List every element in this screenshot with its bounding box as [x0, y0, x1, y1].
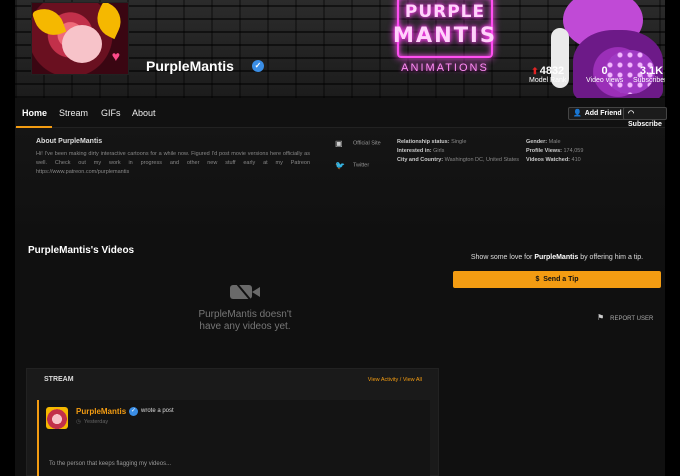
tab-gifs[interactable]: GIFs	[101, 108, 121, 118]
detail-key: Interested in:	[397, 148, 432, 154]
tip-name: PurpleMantis	[534, 254, 579, 261]
report-user-label: REPORT USER	[610, 316, 654, 322]
stat-subscribers: 3.1K Subscribers	[633, 65, 665, 85]
rank-up-icon: ⬆	[531, 66, 539, 76]
tab-home[interactable]: Home	[22, 108, 47, 118]
detail-relationship: Relationship status: Single	[397, 138, 466, 147]
about-section: About PurpleMantis Hi! I've been making …	[15, 128, 665, 236]
stat-subscribers-label: Subscribers	[633, 77, 665, 84]
clock-icon: ◷	[76, 419, 81, 425]
twitter-icon: 🐦	[335, 161, 345, 170]
detail-key: City and Country:	[397, 157, 444, 163]
stat-video-views-value: 0	[601, 65, 608, 77]
post-avatar[interactable]	[46, 407, 68, 429]
profile-banner: ♥ PurpleMantis ✓ PURPLE MANTIS ANIMATION…	[15, 0, 665, 98]
profile-page: ♥ PurpleMantis ✓ PURPLE MANTIS ANIMATION…	[0, 0, 680, 476]
detail-key: Gender:	[526, 139, 548, 145]
tip-suffix: by offering him a tip.	[580, 254, 644, 261]
post-action: wrote a post	[141, 408, 174, 414]
detail-city-country: City and Country: Washington DC, United …	[397, 156, 521, 165]
no-videos-message: PurpleMantis doesn't have any videos yet…	[185, 309, 305, 333]
post-time-label: Yesterday	[83, 419, 109, 425]
official-site-label: Official Site	[353, 140, 381, 147]
neon-sign-line2: MANTIS	[393, 23, 497, 47]
post-author[interactable]: PurpleMantis	[76, 407, 126, 416]
verified-check-icon: ✓	[129, 407, 138, 416]
subscribe-label: Subscribe	[628, 121, 662, 128]
add-friend-label: Add Friend	[584, 110, 622, 117]
verified-check-icon: ✓	[252, 60, 264, 72]
tip-prefix: Show some love for	[470, 254, 533, 261]
right-gutter	[665, 0, 680, 476]
detail-value: Male	[548, 139, 561, 145]
stream-panel: STREAM View Activity / View All PurpleMa…	[26, 368, 439, 476]
no-videos-line1: PurpleMantis doesn't	[198, 309, 292, 320]
tab-about[interactable]: About	[132, 108, 156, 118]
profile-username: PurpleMantis	[146, 58, 234, 74]
detail-value: 410	[571, 157, 581, 163]
add-user-icon: 👤	[573, 110, 582, 117]
detail-key: Videos Watched:	[526, 157, 571, 163]
avatar-face	[62, 25, 102, 63]
camera-lens	[252, 287, 260, 297]
add-friend-button[interactable]: 👤 Add Friend	[568, 107, 627, 120]
stat-video-views-label: Video views	[586, 77, 624, 84]
profile-nav: Home Stream GIFs About 👤 Add Friend ◠ Subs…	[15, 98, 667, 128]
flag-icon: ⚑	[597, 313, 605, 322]
detail-value: Washington DC, United States	[444, 157, 520, 163]
stat-model-rank: ⬆4832 Model Rank	[529, 65, 566, 85]
stream-post: PurpleMantis ✓ wrote a post ◷ Yesterday …	[37, 400, 430, 476]
view-activity-all-links[interactable]: View Activity / View All	[368, 377, 422, 383]
stat-video-views: 0 Video views	[586, 65, 623, 85]
detail-gender: Gender: Male	[526, 138, 561, 147]
heart-icon: ♥	[111, 48, 120, 64]
detail-value: Girls	[433, 148, 445, 154]
neon-sign-line1: PURPLE	[404, 2, 486, 22]
avatar-ear-left	[32, 3, 67, 41]
detail-videos-watched: Videos Watched: 410	[526, 156, 581, 165]
neon-sign-logo: PURPLE MANTIS ANIMATIONS	[385, 0, 505, 80]
stat-model-rank-label: Model Rank	[529, 77, 567, 84]
stream-title: STREAM	[44, 376, 74, 383]
detail-interested-in: Interested in: Girls	[397, 147, 444, 156]
send-tip-label: Send a Tip	[543, 276, 579, 283]
post-timestamp: ◷ Yesterday	[76, 419, 108, 425]
send-tip-button[interactable]: $ Send a Tip	[453, 271, 661, 288]
about-title: About PurpleMantis	[36, 138, 103, 145]
post-body: To the person that keeps flagging my vid…	[49, 461, 172, 467]
tab-stream[interactable]: Stream	[59, 108, 88, 118]
about-text: Hi! I've been making dirty interactive c…	[36, 151, 310, 175]
tip-prompt: Show some love for PurpleMantis by offer…	[453, 254, 661, 261]
no-videos-line2: have any videos yet.	[199, 321, 291, 332]
detail-profile-views: Profile Views: 174,059	[526, 147, 583, 156]
stat-model-rank-value: 4832	[539, 65, 565, 77]
no-video-camera-icon	[230, 279, 260, 303]
videos-section-title: PurpleMantis's Videos	[28, 245, 135, 256]
left-gutter	[0, 0, 15, 476]
detail-value: 174,059	[563, 148, 584, 154]
report-user-link[interactable]: ⚑ REPORT USER	[597, 313, 653, 322]
official-site-link[interactable]: ▣ Official Site	[335, 139, 381, 148]
subscribe-button[interactable]: ◠ Subscribe	[623, 107, 667, 128]
profile-avatar[interactable]: ♥	[31, 2, 129, 75]
dollar-icon: $	[535, 276, 540, 283]
twitter-link[interactable]: 🐦 Twitter	[335, 161, 370, 170]
rss-icon: ◠	[628, 110, 635, 117]
detail-key: Profile Views:	[526, 148, 562, 154]
stat-subscribers-value: 3.1K	[639, 65, 664, 77]
twitter-label: Twitter	[353, 162, 370, 169]
globe-icon: ▣	[335, 139, 343, 148]
detail-key: Relationship status:	[397, 139, 450, 145]
detail-value: Single	[451, 139, 467, 145]
neon-sign-line3: ANIMATIONS	[401, 62, 489, 74]
